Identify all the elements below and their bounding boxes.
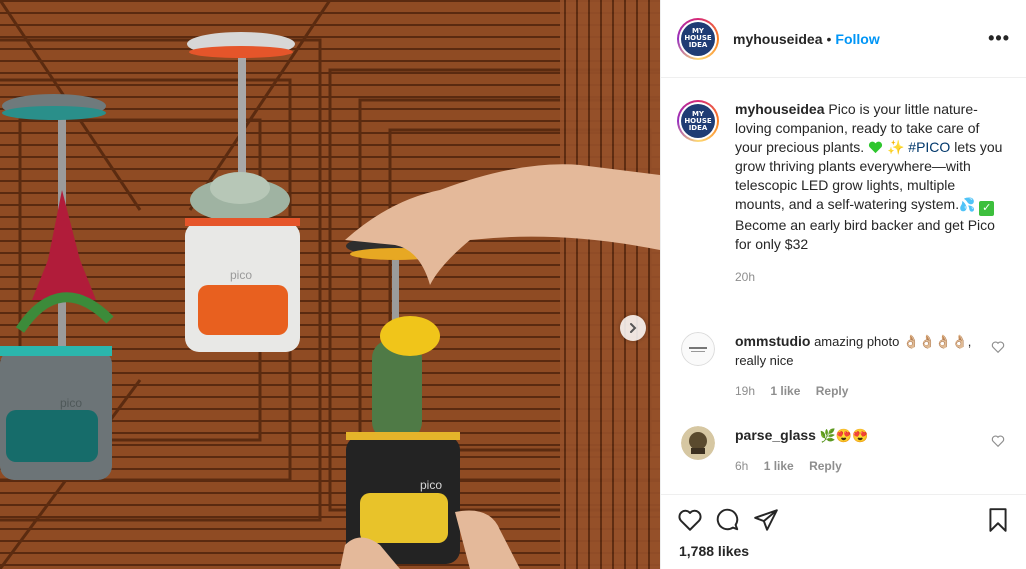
caption-timestamp[interactable]: 20h (735, 268, 1005, 287)
heart-icon[interactable] (677, 507, 703, 533)
caption-body: myhouseidea Pico is your little nature-l… (735, 100, 1005, 287)
like-count[interactable]: 1,788 likes (661, 533, 1026, 569)
caption-username[interactable]: myhouseidea (735, 101, 824, 117)
comment-item: parse_glass 🌿😍😍 6h 1 like Reply (677, 426, 1017, 476)
bookmark-icon[interactable] (985, 507, 1011, 533)
post-caption: MY HOUSE IDEA myhouseidea Pico is your lit… (677, 100, 1017, 287)
droplets-icon: 💦 (959, 197, 976, 212)
brand-logo: MY HOUSE IDEA (681, 21, 715, 56)
wood-panel-illustration (0, 0, 660, 569)
pot-brand-label-2: pico (60, 396, 83, 410)
share-icon[interactable] (753, 507, 779, 533)
comment-likes[interactable]: 1 like (770, 384, 800, 398)
comment-username[interactable]: ommstudio (735, 333, 810, 349)
comment-username[interactable]: parse_glass (735, 427, 816, 443)
commenter-avatar[interactable] (681, 332, 715, 366)
check-mark-icon: ✓ (979, 201, 995, 216)
sparkles-icon: ✨ (886, 139, 905, 155)
author-avatar[interactable]: MY HOUSE IDEA (677, 17, 719, 60)
comment-meta: 6h 1 like Reply (735, 457, 975, 476)
follow-button[interactable]: Follow (835, 31, 879, 47)
commenter-avatar[interactable] (681, 426, 715, 460)
separator-dot: • (826, 30, 832, 47)
comment-body: parse_glass 🌿😍😍 6h 1 like Reply (735, 426, 975, 476)
chevron-right-icon (630, 323, 637, 333)
reply-button[interactable]: Reply (809, 459, 842, 473)
comment-meta: 19h 1 like Reply (735, 382, 975, 401)
pot-brand-label-1: pico (230, 268, 253, 282)
comment-timestamp[interactable]: 19h (735, 384, 755, 398)
like-comment-heart-icon[interactable] (991, 434, 1005, 448)
next-photo-button[interactable] (620, 315, 646, 341)
post-photo[interactable]: pico pico pico (0, 0, 660, 569)
more-options-icon[interactable]: ••• (988, 28, 1010, 49)
hashtag-link[interactable]: #PICO (908, 139, 950, 155)
author-username[interactable]: myhouseidea (733, 31, 822, 47)
comment-body: ommstudio amazing photo 👌🏼👌🏼👌🏼👌🏼, really… (735, 332, 975, 401)
caption-text-3: Become an early bird backer and get Pico… (735, 217, 995, 252)
post-header: MY HOUSE IDEA myhouseidea • Follow ••• (661, 0, 1026, 78)
caption-avatar[interactable]: MY HOUSE IDEA (677, 100, 719, 142)
like-comment-heart-icon[interactable] (991, 340, 1005, 354)
reply-button[interactable]: Reply (816, 384, 849, 398)
comment-likes[interactable]: 1 like (764, 459, 794, 473)
pot-brand-label-3: pico (420, 478, 443, 492)
green-heart-icon (869, 141, 883, 154)
comment-timestamp[interactable]: 6h (735, 459, 748, 473)
post-sidebar: MY HOUSE IDEA myhouseidea • Follow ••• MY H… (660, 0, 1026, 569)
brand-logo: MY HOUSE IDEA (681, 104, 715, 138)
comment-text: 🌿😍😍 (815, 428, 869, 443)
post-actions: 1,788 likes (661, 494, 1026, 569)
comment-item: ommstudio amazing photo 👌🏼👌🏼👌🏼👌🏼, really… (677, 332, 1017, 401)
comment-icon[interactable] (715, 507, 741, 533)
